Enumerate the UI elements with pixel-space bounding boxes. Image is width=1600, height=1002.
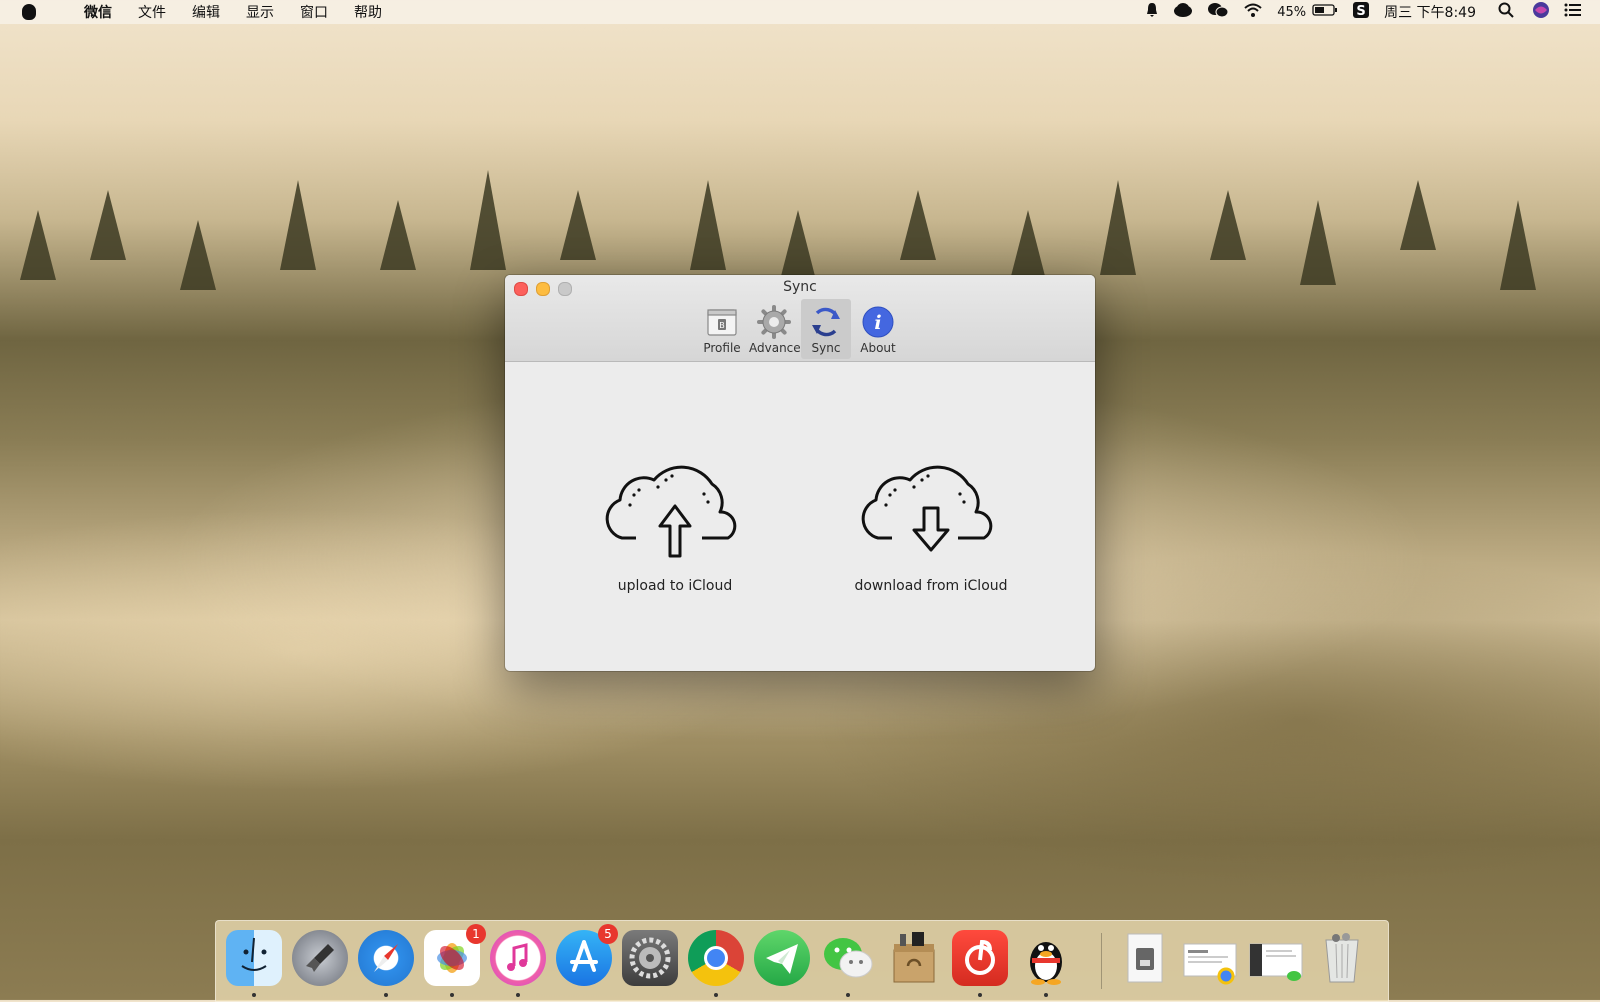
finder-running-dot <box>252 993 256 997</box>
dock-archive-utility[interactable] <box>886 930 942 986</box>
dock-itunes[interactable] <box>490 930 546 986</box>
compass-icon <box>374 944 398 972</box>
cloud-download-icon <box>841 450 1021 564</box>
menu-app-name[interactable]: 微信 <box>84 2 112 22</box>
tab-sync-label: Sync <box>811 341 841 355</box>
tab-profile[interactable]: B Profile <box>697 299 747 359</box>
dock-system-preferences[interactable] <box>622 930 678 986</box>
siri-icon[interactable] <box>1532 1 1550 23</box>
cloud-upload-icon <box>585 450 765 564</box>
menu-help[interactable]: 帮助 <box>354 2 382 22</box>
svg-text:B: B <box>719 321 725 330</box>
sync-window: Sync B Profile Advance Sync i About uplo… <box>505 275 1095 671</box>
netease-music-icon <box>965 939 995 975</box>
archive-box-icon <box>893 932 935 983</box>
dock-launchpad[interactable] <box>292 930 348 986</box>
music-note-icon <box>507 943 528 971</box>
svg-text:S: S <box>1356 4 1365 19</box>
dock-wechat-window[interactable] <box>1248 930 1304 986</box>
finder-icon <box>241 937 267 971</box>
svg-text:i: i <box>874 312 881 334</box>
dock-document[interactable] <box>1116 930 1172 986</box>
dock: 1 5 <box>215 920 1389 1002</box>
tab-advance-label: Advance <box>749 341 801 355</box>
chrome-icon <box>704 946 728 970</box>
gear-icon <box>757 305 791 339</box>
preferences-toolbar: B Profile Advance Sync i About <box>505 299 1095 359</box>
dock-separator <box>1101 933 1102 989</box>
itunes-running-dot <box>516 993 520 997</box>
safari-running-dot <box>384 993 388 997</box>
qq-running-dot <box>1044 993 1048 997</box>
upload-to-icloud-button[interactable]: upload to iCloud <box>585 450 765 594</box>
menu-window[interactable]: 窗口 <box>300 2 328 22</box>
dock-netease-music[interactable] <box>952 930 1008 986</box>
tab-sync[interactable]: Sync <box>801 299 851 359</box>
download-from-icloud-button[interactable]: download from iCloud <box>841 450 1021 594</box>
dock-photos[interactable]: 1 <box>424 924 486 986</box>
wifi-icon[interactable] <box>1243 2 1263 22</box>
qq-penguin-icon <box>1030 942 1062 985</box>
dock-qq[interactable] <box>1018 930 1074 986</box>
dock-finder[interactable] <box>226 930 282 986</box>
dock-wechat[interactable] <box>820 930 876 986</box>
wechat-running-dot <box>846 993 850 997</box>
window-thumbnail-icon <box>1249 943 1303 981</box>
chrome-running-dot <box>714 993 718 997</box>
rocket-icon <box>306 944 334 972</box>
app-store-badge: 5 <box>598 924 618 944</box>
window-thumbnail-icon <box>1183 943 1237 985</box>
dock-trash[interactable] <box>1314 930 1370 986</box>
tab-about[interactable]: i About <box>853 299 903 359</box>
battery-percent[interactable]: 45% <box>1277 5 1306 20</box>
notification-center-icon[interactable] <box>1564 3 1582 21</box>
menu-edit[interactable]: 编辑 <box>192 2 220 22</box>
photos-badge: 1 <box>466 924 486 944</box>
info-icon: i <box>861 305 895 339</box>
dock-chrome[interactable] <box>688 930 744 986</box>
dock-telegram[interactable] <box>754 930 810 986</box>
clock[interactable]: 周三 下午8:49 <box>1384 2 1476 22</box>
menu-file[interactable]: 文件 <box>138 2 166 22</box>
window-title: Sync <box>783 279 817 295</box>
battery-icon[interactable] <box>1312 3 1338 21</box>
gear-icon <box>629 937 671 979</box>
paper-plane-icon <box>766 944 798 974</box>
tab-profile-label: Profile <box>703 341 741 355</box>
upload-label: upload to iCloud <box>617 578 733 594</box>
bell-icon[interactable] <box>1145 2 1159 22</box>
qq-menubar-icon[interactable] <box>1173 2 1193 22</box>
dock-app-store[interactable]: 5 <box>556 924 618 986</box>
sogou-input-icon[interactable]: S <box>1352 1 1370 23</box>
dock-chrome-window[interactable] <box>1182 930 1238 986</box>
tab-advance[interactable]: Advance <box>749 299 801 359</box>
sync-content: upload to iCloud download from iCloud <box>505 362 1095 671</box>
tab-about-label: About <box>860 341 896 355</box>
profile-icon: B <box>705 305 739 339</box>
wechat-menubar-icon[interactable] <box>1207 2 1229 22</box>
menu-view[interactable]: 显示 <box>246 2 274 22</box>
trash-icon <box>1325 933 1359 983</box>
photos-running-dot <box>450 993 454 997</box>
sync-icon <box>809 305 843 339</box>
document-icon <box>1127 933 1163 983</box>
spotlight-search-icon[interactable] <box>1498 2 1514 22</box>
dock-safari[interactable] <box>358 930 414 986</box>
title-bar[interactable]: Sync B Profile Advance Sync i About <box>505 275 1095 362</box>
apple-icon[interactable] <box>22 4 36 20</box>
netease-running-dot <box>978 993 982 997</box>
wechat-icon <box>824 938 873 978</box>
download-label: download from iCloud <box>854 578 1008 594</box>
menu-bar: 微信 文件 编辑 显示 窗口 帮助 45% S 周三 下午8:49 <box>0 0 1600 24</box>
